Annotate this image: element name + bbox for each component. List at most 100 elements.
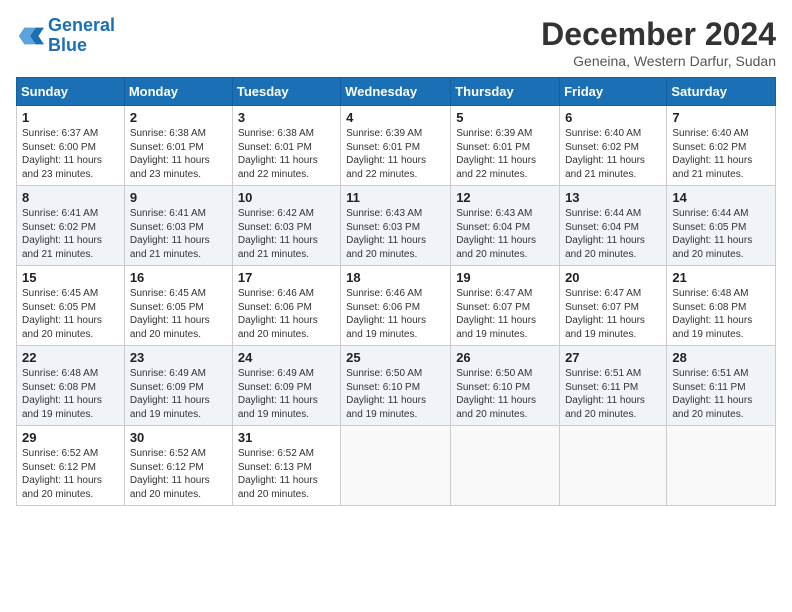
day-number: 19 (456, 270, 554, 285)
calendar-cell: 3 Sunrise: 6:38 AMSunset: 6:01 PMDayligh… (232, 106, 340, 186)
day-info: Sunrise: 6:51 AMSunset: 6:11 PMDaylight:… (672, 368, 752, 420)
day-number: 12 (456, 190, 554, 205)
day-info: Sunrise: 6:40 AMSunset: 6:02 PMDaylight:… (672, 128, 752, 180)
day-number: 16 (130, 270, 227, 285)
day-info: Sunrise: 6:45 AMSunset: 6:05 PMDaylight:… (22, 288, 102, 340)
day-number: 13 (565, 190, 661, 205)
col-thursday: Thursday (451, 78, 560, 106)
col-wednesday: Wednesday (341, 78, 451, 106)
col-friday: Friday (560, 78, 667, 106)
day-info: Sunrise: 6:49 AMSunset: 6:09 PMDaylight:… (130, 368, 210, 420)
calendar-cell (341, 426, 451, 506)
day-number: 31 (238, 430, 335, 445)
day-info: Sunrise: 6:47 AMSunset: 6:07 PMDaylight:… (456, 288, 536, 340)
day-info: Sunrise: 6:52 AMSunset: 6:12 PMDaylight:… (22, 448, 102, 500)
day-info: Sunrise: 6:41 AMSunset: 6:03 PMDaylight:… (130, 208, 210, 260)
day-number: 25 (346, 350, 445, 365)
day-info: Sunrise: 6:40 AMSunset: 6:02 PMDaylight:… (565, 128, 645, 180)
day-number: 26 (456, 350, 554, 365)
day-info: Sunrise: 6:43 AMSunset: 6:03 PMDaylight:… (346, 208, 426, 260)
col-sunday: Sunday (17, 78, 125, 106)
calendar-cell: 12 Sunrise: 6:43 AMSunset: 6:04 PMDaylig… (451, 186, 560, 266)
location-title: Geneina, Western Darfur, Sudan (541, 53, 776, 69)
calendar-cell: 6 Sunrise: 6:40 AMSunset: 6:02 PMDayligh… (560, 106, 667, 186)
day-number: 23 (130, 350, 227, 365)
calendar-cell: 29 Sunrise: 6:52 AMSunset: 6:12 PMDaylig… (17, 426, 125, 506)
title-block: December 2024 Geneina, Western Darfur, S… (541, 16, 776, 69)
col-saturday: Saturday (667, 78, 776, 106)
calendar-row: 1 Sunrise: 6:37 AMSunset: 6:00 PMDayligh… (17, 106, 776, 186)
day-number: 7 (672, 110, 770, 125)
calendar-row: 8 Sunrise: 6:41 AMSunset: 6:02 PMDayligh… (17, 186, 776, 266)
calendar-row: 15 Sunrise: 6:45 AMSunset: 6:05 PMDaylig… (17, 266, 776, 346)
month-title: December 2024 (541, 16, 776, 53)
day-info: Sunrise: 6:38 AMSunset: 6:01 PMDaylight:… (130, 128, 210, 180)
day-info: Sunrise: 6:48 AMSunset: 6:08 PMDaylight:… (672, 288, 752, 340)
calendar-cell: 14 Sunrise: 6:44 AMSunset: 6:05 PMDaylig… (667, 186, 776, 266)
calendar-cell: 16 Sunrise: 6:45 AMSunset: 6:05 PMDaylig… (124, 266, 232, 346)
day-info: Sunrise: 6:39 AMSunset: 6:01 PMDaylight:… (456, 128, 536, 180)
calendar-cell: 30 Sunrise: 6:52 AMSunset: 6:12 PMDaylig… (124, 426, 232, 506)
calendar-cell: 17 Sunrise: 6:46 AMSunset: 6:06 PMDaylig… (232, 266, 340, 346)
day-number: 24 (238, 350, 335, 365)
day-info: Sunrise: 6:45 AMSunset: 6:05 PMDaylight:… (130, 288, 210, 340)
day-info: Sunrise: 6:38 AMSunset: 6:01 PMDaylight:… (238, 128, 318, 180)
calendar-cell: 1 Sunrise: 6:37 AMSunset: 6:00 PMDayligh… (17, 106, 125, 186)
day-info: Sunrise: 6:41 AMSunset: 6:02 PMDaylight:… (22, 208, 102, 260)
calendar-cell: 11 Sunrise: 6:43 AMSunset: 6:03 PMDaylig… (341, 186, 451, 266)
day-number: 18 (346, 270, 445, 285)
calendar-cell: 13 Sunrise: 6:44 AMSunset: 6:04 PMDaylig… (560, 186, 667, 266)
day-number: 3 (238, 110, 335, 125)
calendar-cell (667, 426, 776, 506)
day-number: 4 (346, 110, 445, 125)
col-tuesday: Tuesday (232, 78, 340, 106)
calendar-cell: 24 Sunrise: 6:49 AMSunset: 6:09 PMDaylig… (232, 346, 340, 426)
calendar-cell: 26 Sunrise: 6:50 AMSunset: 6:10 PMDaylig… (451, 346, 560, 426)
calendar-body: 1 Sunrise: 6:37 AMSunset: 6:00 PMDayligh… (17, 106, 776, 506)
calendar-cell: 2 Sunrise: 6:38 AMSunset: 6:01 PMDayligh… (124, 106, 232, 186)
day-number: 14 (672, 190, 770, 205)
day-info: Sunrise: 6:39 AMSunset: 6:01 PMDaylight:… (346, 128, 426, 180)
calendar-cell: 18 Sunrise: 6:46 AMSunset: 6:06 PMDaylig… (341, 266, 451, 346)
calendar-row: 29 Sunrise: 6:52 AMSunset: 6:12 PMDaylig… (17, 426, 776, 506)
calendar-cell: 23 Sunrise: 6:49 AMSunset: 6:09 PMDaylig… (124, 346, 232, 426)
day-info: Sunrise: 6:44 AMSunset: 6:05 PMDaylight:… (672, 208, 752, 260)
day-info: Sunrise: 6:42 AMSunset: 6:03 PMDaylight:… (238, 208, 318, 260)
day-info: Sunrise: 6:46 AMSunset: 6:06 PMDaylight:… (238, 288, 318, 340)
day-info: Sunrise: 6:48 AMSunset: 6:08 PMDaylight:… (22, 368, 102, 420)
day-info: Sunrise: 6:50 AMSunset: 6:10 PMDaylight:… (456, 368, 536, 420)
day-number: 21 (672, 270, 770, 285)
calendar-cell: 7 Sunrise: 6:40 AMSunset: 6:02 PMDayligh… (667, 106, 776, 186)
calendar-cell: 4 Sunrise: 6:39 AMSunset: 6:01 PMDayligh… (341, 106, 451, 186)
day-number: 22 (22, 350, 119, 365)
day-number: 29 (22, 430, 119, 445)
calendar-cell: 19 Sunrise: 6:47 AMSunset: 6:07 PMDaylig… (451, 266, 560, 346)
day-number: 2 (130, 110, 227, 125)
day-number: 10 (238, 190, 335, 205)
col-monday: Monday (124, 78, 232, 106)
calendar-cell: 10 Sunrise: 6:42 AMSunset: 6:03 PMDaylig… (232, 186, 340, 266)
calendar-row: 22 Sunrise: 6:48 AMSunset: 6:08 PMDaylig… (17, 346, 776, 426)
day-number: 17 (238, 270, 335, 285)
day-number: 6 (565, 110, 661, 125)
calendar-cell: 21 Sunrise: 6:48 AMSunset: 6:08 PMDaylig… (667, 266, 776, 346)
day-number: 5 (456, 110, 554, 125)
day-number: 15 (22, 270, 119, 285)
day-info: Sunrise: 6:47 AMSunset: 6:07 PMDaylight:… (565, 288, 645, 340)
day-number: 1 (22, 110, 119, 125)
day-info: Sunrise: 6:51 AMSunset: 6:11 PMDaylight:… (565, 368, 645, 420)
calendar-cell: 5 Sunrise: 6:39 AMSunset: 6:01 PMDayligh… (451, 106, 560, 186)
calendar-cell: 28 Sunrise: 6:51 AMSunset: 6:11 PMDaylig… (667, 346, 776, 426)
day-number: 27 (565, 350, 661, 365)
page-header: General Blue December 2024 Geneina, West… (16, 16, 776, 69)
day-number: 9 (130, 190, 227, 205)
day-info: Sunrise: 6:52 AMSunset: 6:12 PMDaylight:… (130, 448, 210, 500)
calendar-cell (560, 426, 667, 506)
day-info: Sunrise: 6:44 AMSunset: 6:04 PMDaylight:… (565, 208, 645, 260)
day-number: 30 (130, 430, 227, 445)
calendar-cell: 31 Sunrise: 6:52 AMSunset: 6:13 PMDaylig… (232, 426, 340, 506)
calendar-cell: 22 Sunrise: 6:48 AMSunset: 6:08 PMDaylig… (17, 346, 125, 426)
calendar-cell: 25 Sunrise: 6:50 AMSunset: 6:10 PMDaylig… (341, 346, 451, 426)
day-info: Sunrise: 6:46 AMSunset: 6:06 PMDaylight:… (346, 288, 426, 340)
calendar-cell: 15 Sunrise: 6:45 AMSunset: 6:05 PMDaylig… (17, 266, 125, 346)
